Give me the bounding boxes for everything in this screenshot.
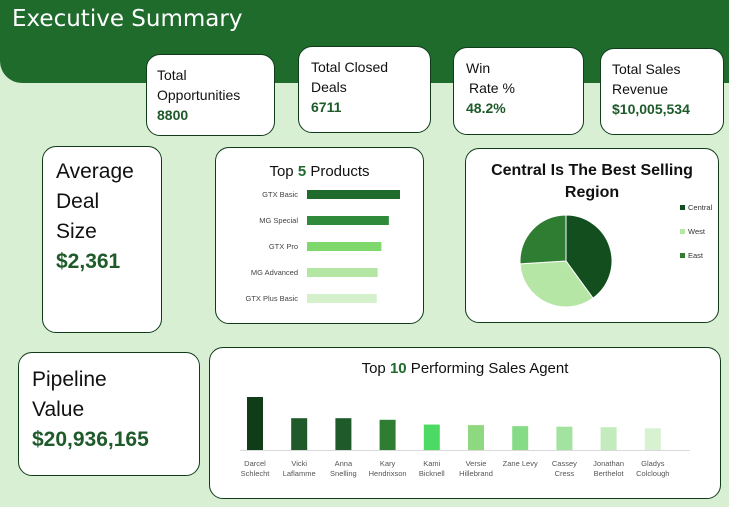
agent-label: Versie [466,459,487,468]
kpi-label: Total [157,67,187,83]
product-label: MG Special [259,216,298,225]
page-title: Executive Summary [12,6,243,32]
kpi-value: 6711 [311,99,342,115]
agent-label: Jonathan [593,459,624,468]
avg-deal-value: $2,361 [56,250,121,273]
agent-label: Snelling [330,469,357,478]
kpi-label: Revenue [612,81,669,97]
product-label: GTX Basic [262,190,298,199]
agent-label: Hendrixson [369,469,407,478]
agent-bar [379,419,396,450]
legend-swatch [680,205,685,210]
product-bar [307,242,382,251]
avg-deal-card: Average Deal Size $2,361 [42,146,162,333]
legend-label: West [688,227,706,236]
products-bar-chart: GTX Basic MG Special GTX Pro MG Advanced GTX… [245,190,400,303]
agent-bar [556,426,573,450]
kpi-label: Total Sales [612,61,681,77]
avg-deal-label: Deal [56,190,100,213]
agent-bar [468,425,484,450]
agent-label: Bicknell [419,469,445,478]
agent-bar [247,397,263,450]
agent-label: Kami [423,459,440,468]
agent-label: Zane Levy [503,459,538,468]
agent-label: Anna [335,459,353,468]
kpi-label: Total Closed [311,59,389,75]
product-bar [307,294,377,303]
product-label: GTX Plus Basic [245,294,298,303]
legend-swatch [680,229,685,234]
kpi-card-closed-deals: Total Closed Deals 6711 [298,46,431,133]
kpi-label: Opportunities [157,87,241,103]
kpi-value: 8800 [157,107,189,123]
legend-label: East [688,251,704,260]
agent-bar [423,424,440,450]
agent-bar [600,427,617,450]
top-products-card: Top 5 Products GTX Basic MG Special GTX Pr… [215,147,424,324]
product-bar [307,216,389,225]
agent-label: Cress [555,469,575,478]
kpi-card-revenue: Total Sales Revenue $10,005,534 [600,48,724,135]
agent-bar [644,428,661,450]
agent-label: Hillebrand [459,469,493,478]
agent-label: Darcel [244,459,266,468]
product-bar [307,190,400,199]
legend-swatch [680,253,685,258]
agents-bar-chart: DarcelSchlecht VickiLaflamme AnnaSnelling K… [240,397,690,478]
agent-bar [291,418,308,450]
legend-label: Central [688,203,713,212]
region-card: Central Is The Best Selling Region Centr… [465,148,719,323]
pipeline-label: Value [32,398,85,421]
avg-deal-label: Size [56,220,97,243]
agent-label: Schlecht [241,469,271,478]
kpi-value: 48.2% [466,100,506,116]
agent-label: Laflamme [283,469,316,478]
agent-label: Vicki [291,459,307,468]
kpi-card-win-rate: Win Rate % 48.2% [453,47,584,135]
agent-label: Cassey [552,459,577,468]
agent-label: Colclough [636,469,669,478]
product-label: GTX Pro [269,242,298,251]
pie-slice-east [519,214,567,265]
kpi-value: $10,005,534 [612,101,690,117]
pipeline-card: Pipeline Value $20,936,165 [18,352,200,476]
top-agents-card: Top 10 Performing Sales Agent Darcel Schl… [209,347,721,499]
kpi-card-opportunities: Total Opportunities 8800 [146,54,275,136]
avg-deal-label: Average [56,160,134,183]
agent-label: Kary [380,459,396,468]
kpi-label: Deals [311,79,347,95]
agent-label: Gladys [641,459,665,468]
kpi-label: Rate % [469,80,515,96]
agent-label: Berthelot [594,469,625,478]
pipeline-label: Pipeline [32,368,107,391]
product-bar [307,268,378,277]
pipeline-value: $20,936,165 [32,428,149,451]
agent-bar [512,426,529,450]
region-pie-chart: Central West East [519,203,713,308]
kpi-label: Win [466,60,491,76]
agent-bar [335,418,352,450]
product-label: MG Advanced [251,268,298,277]
